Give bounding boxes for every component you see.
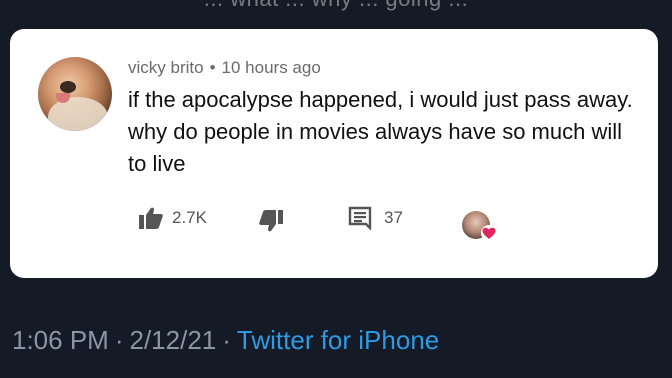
- tweet-source-link[interactable]: Twitter for iPhone: [237, 325, 439, 355]
- tweet-date[interactable]: 2/12/21: [130, 325, 217, 355]
- creator-heart-icon: [480, 225, 498, 246]
- thumbs-down-icon: [258, 209, 284, 233]
- reply-icon: [348, 206, 372, 230]
- meta-separator: •: [209, 58, 216, 77]
- thumbs-up-icon: [138, 206, 164, 230]
- comment-author[interactable]: vicky brito: [128, 58, 204, 77]
- like-count: 2.7K: [172, 208, 207, 227]
- cropped-tweet-text: ... what ... why ... going ...: [0, 0, 672, 12]
- comment-actions: 2.7K 37: [128, 206, 648, 236]
- footer-separator-2: ·: [222, 325, 231, 355]
- avatar-fur: [48, 97, 108, 131]
- comment-time[interactable]: 10 hours ago: [222, 58, 321, 77]
- reply-button[interactable]: 37: [348, 206, 403, 230]
- reply-count: 37: [384, 208, 403, 227]
- creator-heart-badge: [462, 211, 502, 245]
- commenter-avatar[interactable]: [38, 57, 112, 131]
- dislike-button[interactable]: [258, 209, 284, 233]
- tweet-footer: 1:06 PM · 2/12/21 · Twitter for iPhone: [12, 325, 439, 356]
- like-button[interactable]: 2.7K: [138, 206, 207, 230]
- avatar-nose: [60, 81, 76, 93]
- comment-meta: vicky brito • 10 hours ago: [128, 58, 321, 78]
- tweet-time[interactable]: 1:06 PM: [12, 325, 109, 355]
- comment-text: if the apocalypse happened, i would just…: [128, 87, 633, 176]
- footer-separator: ·: [114, 325, 124, 355]
